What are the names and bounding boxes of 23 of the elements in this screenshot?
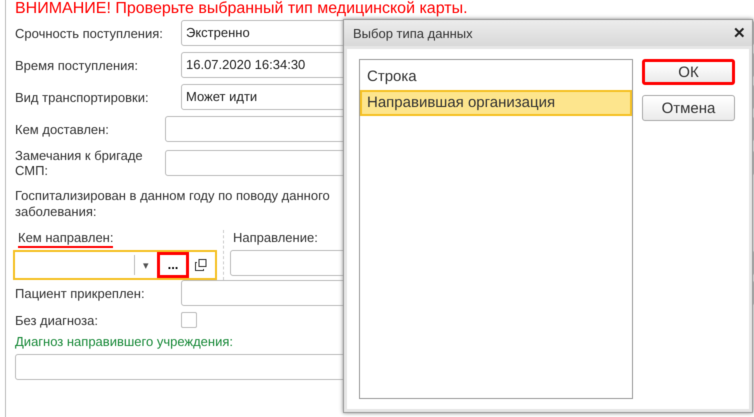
field-label: Госпитализирован в данном году по поводу данного заболевания: xyxy=(15,188,331,220)
list-item[interactable]: Строка xyxy=(360,64,632,90)
combo-field[interactable]: ▾ ... xyxy=(13,250,217,280)
dropdown-button[interactable]: ▾ xyxy=(135,258,157,272)
select-button[interactable]: ... xyxy=(157,252,189,278)
field-label: Кем направлен: xyxy=(18,230,114,248)
dialog-button[interactable]: Отмена xyxy=(642,95,735,121)
list-item[interactable]: Направившая организация xyxy=(360,90,632,116)
field-label: Направление: xyxy=(233,230,318,246)
field-label: Пациент прикреплен: xyxy=(15,286,146,300)
dialog-title: Выбор типа данных xyxy=(353,26,473,40)
dialog-button[interactable]: ОК xyxy=(642,59,735,85)
checkbox[interactable] xyxy=(181,312,197,328)
open-window-icon[interactable] xyxy=(195,259,207,271)
close-button[interactable]: ✕ xyxy=(733,24,746,42)
field-label: Замечания к бригаде СМП: xyxy=(15,148,144,178)
field-label: Срочность поступления: xyxy=(15,26,164,40)
field-label: Без диагноза: xyxy=(15,312,99,328)
field-label: Кем доставлен: xyxy=(15,122,110,136)
field-label: Вид транспортировки: xyxy=(15,90,150,104)
field-label: Диагноз направившего учреждения: xyxy=(15,334,234,349)
warning-text: ВНИМАНИЕ! Проверьте выбранный тип медицинской карты. xyxy=(15,0,469,18)
field-label: Время поступления: xyxy=(15,58,140,72)
